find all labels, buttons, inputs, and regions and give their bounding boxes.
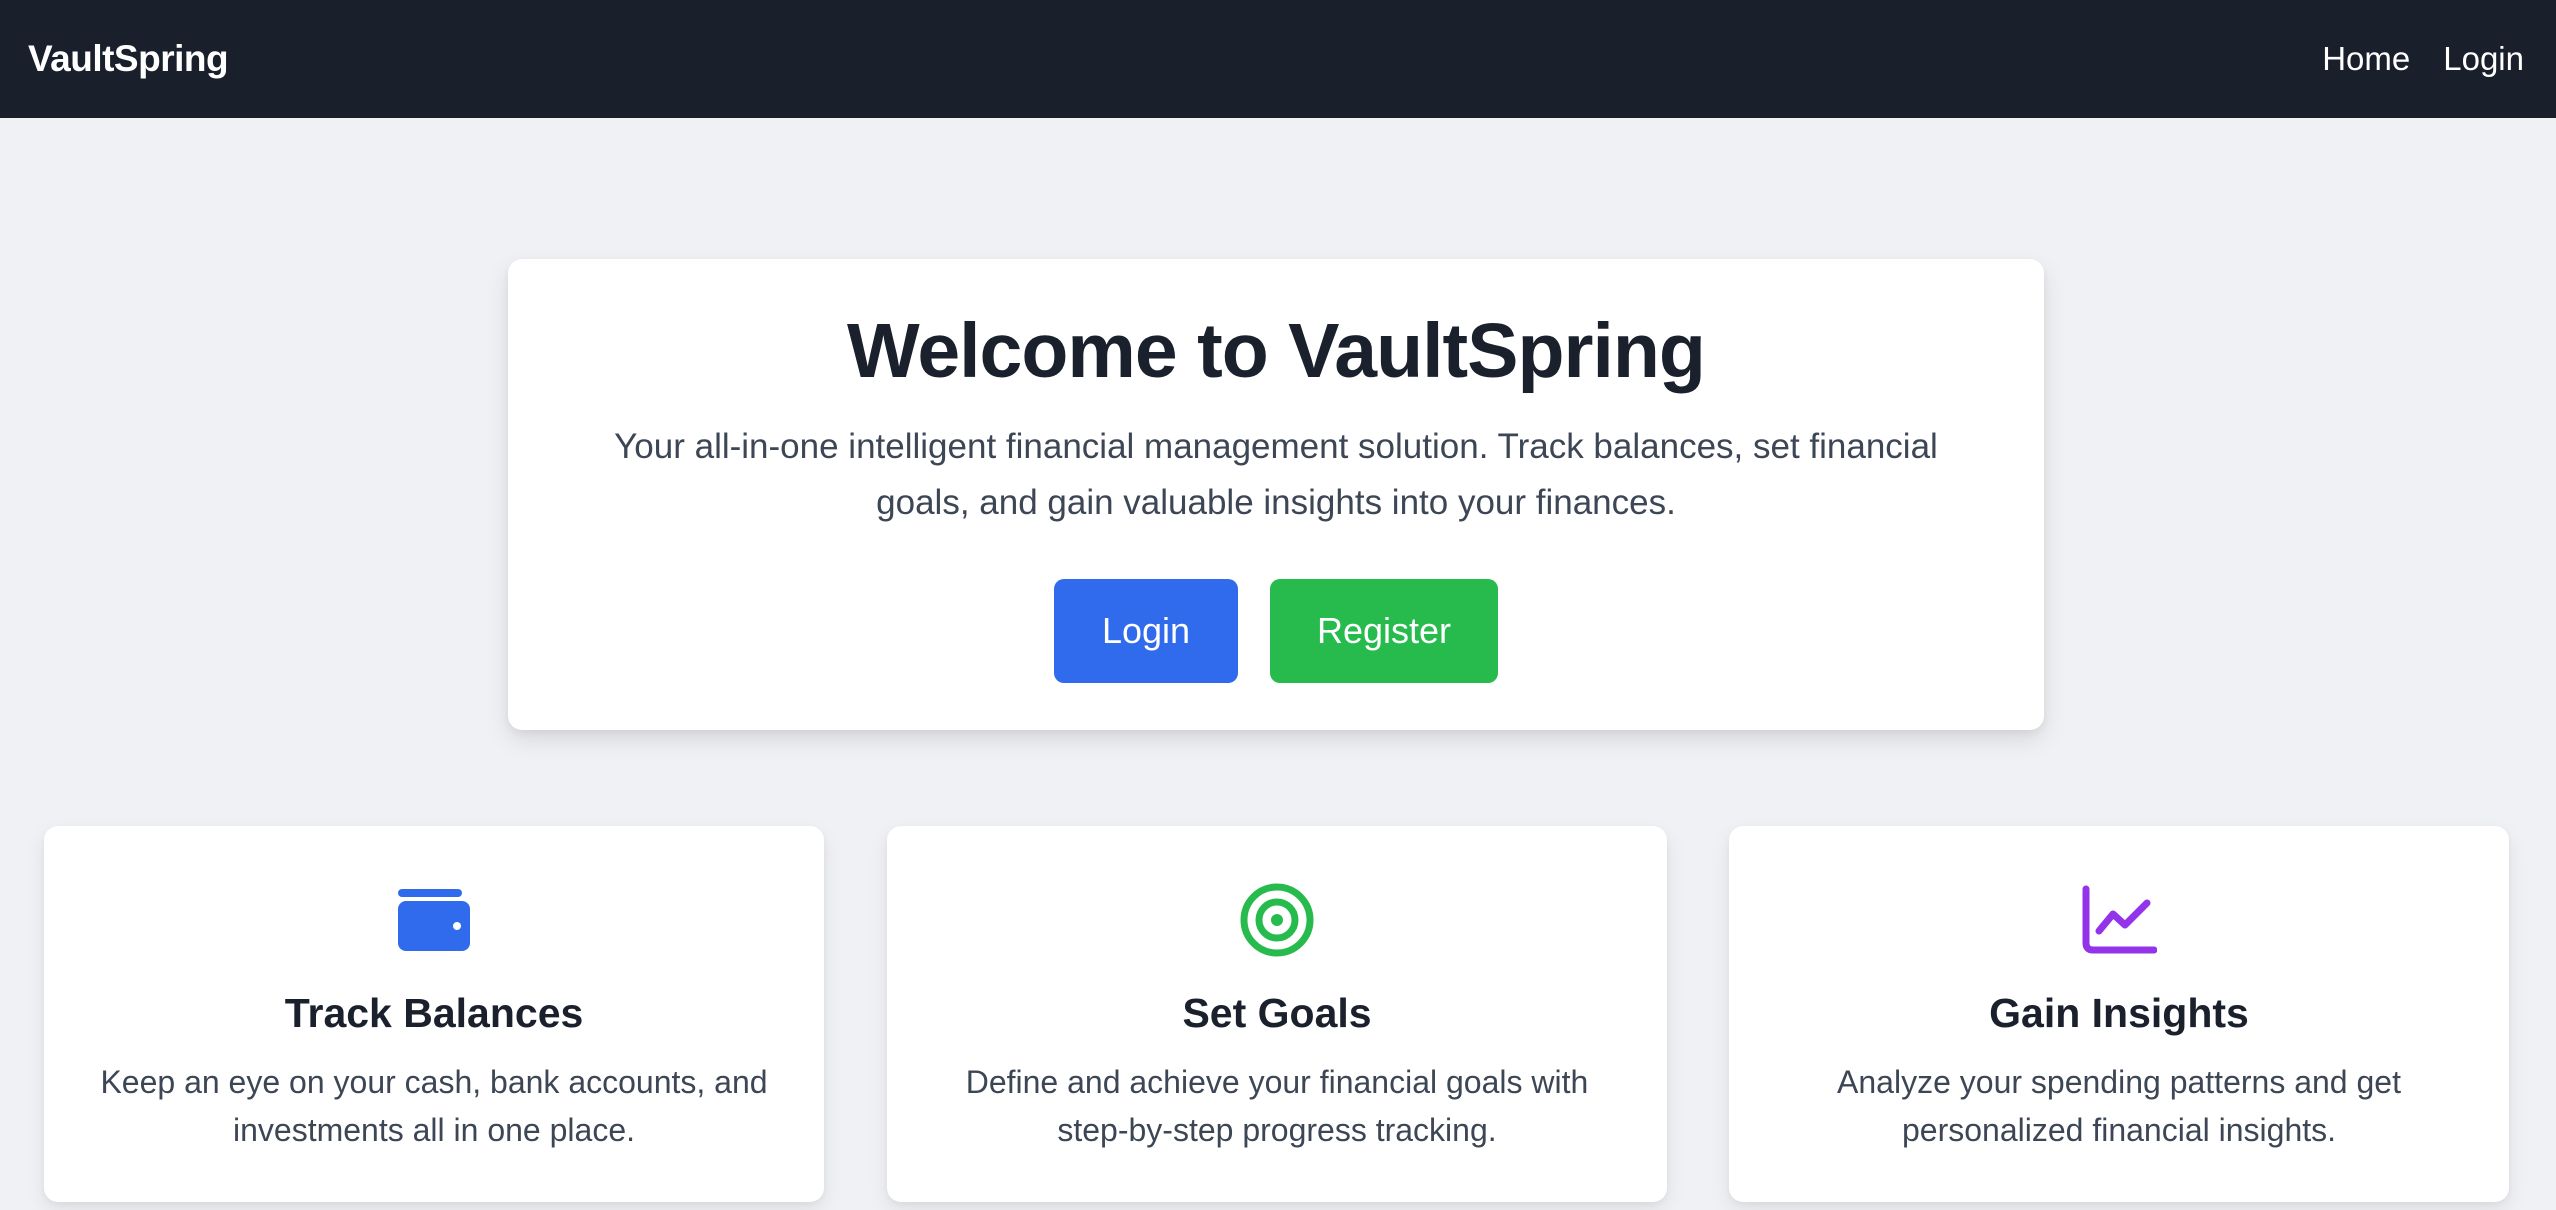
feature-description: Define and achieve your financial goals …	[965, 1064, 1589, 1148]
feature-card-set-goals: Set Goals Define and achieve your financ…	[887, 826, 1667, 1202]
nav-link-login[interactable]: Login	[2443, 40, 2524, 78]
brand-logo[interactable]: VaultSpring	[28, 38, 229, 80]
target-icon	[1237, 880, 1317, 960]
feature-title: Gain Insights	[1989, 990, 2249, 1036]
feature-title: Set Goals	[1182, 990, 1372, 1036]
login-button[interactable]: Login	[1054, 579, 1238, 683]
hero-title: Welcome to VaultSpring	[847, 308, 1706, 394]
feature-card-track-balances: Track Balances Keep an eye on your cash,…	[44, 826, 824, 1202]
nav-links: Home Login	[2322, 40, 2524, 78]
feature-card-gain-insights: Gain Insights Analyze your spending patt…	[1729, 826, 2509, 1202]
feature-description: Analyze your spending patterns and get p…	[1837, 1064, 2401, 1148]
top-navbar: VaultSpring Home Login	[0, 0, 2556, 118]
wallet-icon	[394, 880, 474, 960]
hero-buttons: Login Register	[508, 579, 2044, 683]
feature-description: Keep an eye on your cash, bank accounts,…	[100, 1064, 768, 1148]
chart-line-icon	[2079, 880, 2159, 960]
hero-card: Welcome to VaultSpring Your all-in-one i…	[508, 259, 2044, 730]
hero-subtitle: Your all-in-one intelligent financial ma…	[614, 427, 1938, 522]
register-button[interactable]: Register	[1270, 579, 1498, 683]
feature-title: Track Balances	[284, 990, 584, 1036]
nav-link-home[interactable]: Home	[2322, 40, 2410, 78]
